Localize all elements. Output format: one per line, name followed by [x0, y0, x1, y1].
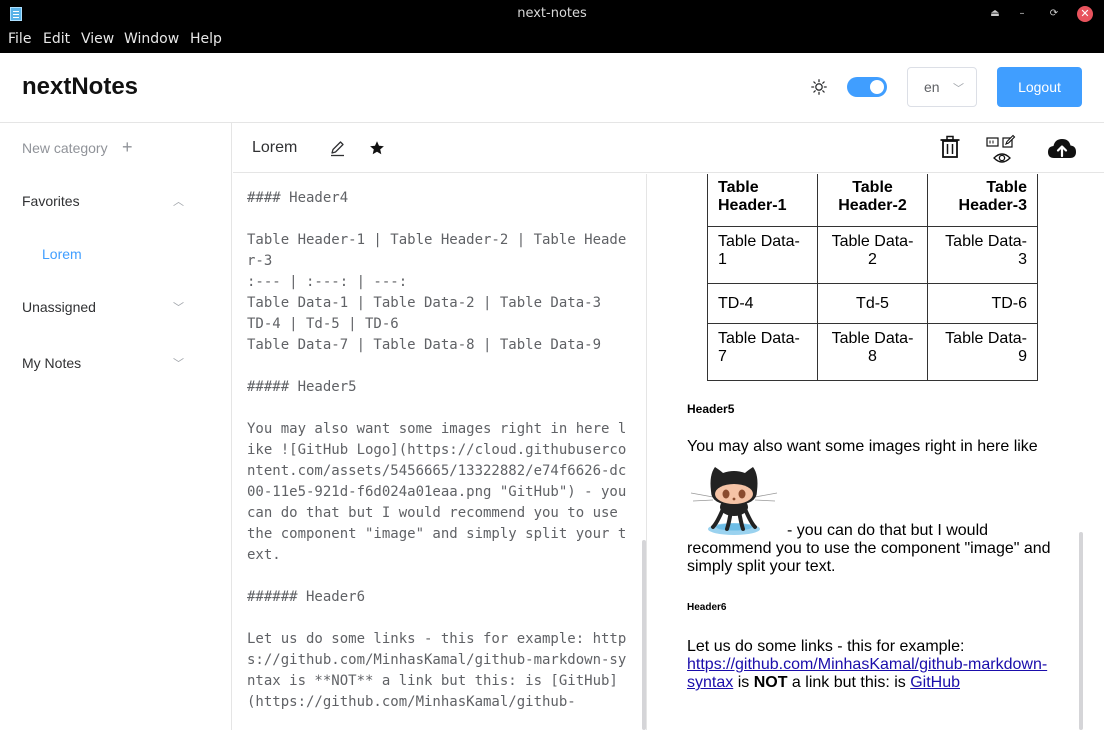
table-cell: Td-5 [817, 283, 928, 324]
preview-scrollbar[interactable] [1079, 532, 1083, 730]
toggle-preview-icon[interactable] [985, 134, 1019, 166]
plus-icon: + [122, 137, 133, 157]
sidebar-note-lorem[interactable]: Lorem [42, 246, 82, 262]
links-text-start: Let us do some links - this for example: [687, 638, 965, 655]
table-cell: TD-6 [927, 283, 1038, 324]
theme-toggle[interactable] [847, 77, 887, 97]
sidebar: New category + Favorites ︿ Lorem Unassig… [0, 123, 232, 730]
language-select[interactable]: en ﹀ [907, 67, 977, 107]
restore-window-button[interactable]: ⟳ [1046, 6, 1062, 22]
language-value: en [924, 79, 940, 95]
github-link[interactable]: GitHub [910, 674, 960, 691]
links-text-mid2: a link but this: is [787, 674, 911, 691]
table-header-cell: Table Header-3 [927, 174, 1038, 227]
sun-icon [811, 79, 827, 95]
table-cell: Table Data-9 [927, 323, 1038, 381]
chevron-down-icon: ﹀ [173, 358, 184, 370]
table-cell: TD-4 [707, 283, 818, 324]
table-cell: Table Data-7 [707, 323, 818, 381]
menu-edit[interactable]: Edit [43, 31, 70, 47]
table-row: Table Data-7 Table Data-8 Table Data-9 [707, 323, 1038, 381]
chevron-down-icon: ﹀ [953, 82, 964, 95]
bold-not-text: NOT [753, 674, 788, 691]
eject-window-button[interactable]: ⏏ [987, 6, 1003, 22]
preview-paragraph-images: You may also want some images right in h… [687, 438, 1038, 455]
window-titlebar: next-notes ⏏ – ⟳ ✕ [0, 0, 1104, 29]
preview-paragraph-images-cont: - you can do that but I would recommend … [687, 522, 1051, 575]
table-cell: Table Data-3 [927, 226, 1038, 284]
preview-header5: Header5 [687, 402, 735, 416]
table-cell: Table Data-8 [817, 323, 928, 381]
star-icon[interactable] [369, 140, 385, 156]
edit-title-icon[interactable] [329, 139, 347, 157]
new-category-label: New category [22, 140, 108, 156]
markdown-preview: Table Header-1 Table Header-2 Table Head… [648, 174, 1104, 730]
app-header: nextNotes en ﹀ Logout [0, 53, 1104, 123]
note-toolbar: Lorem [233, 123, 1104, 173]
menu-window[interactable]: Window [124, 31, 179, 47]
chevron-down-icon: ﹀ [173, 302, 184, 314]
table-header-cell: Table Header-2 [817, 174, 928, 227]
minimize-window-button[interactable]: – [1014, 6, 1030, 22]
table-header-row: Table Header-1 Table Header-2 Table Head… [707, 174, 1038, 227]
sidebar-item-label: My Notes [22, 355, 82, 371]
table-cell: Table Data-2 [817, 226, 928, 284]
editor-text[interactable]: #### Header4 Table Header-1 | Table Head… [247, 188, 631, 713]
preview-table: Table Header-1 Table Header-2 Table Head… [707, 174, 1038, 381]
menu-view[interactable]: View [81, 31, 114, 47]
sidebar-item-label: Unassigned [22, 299, 96, 315]
table-header-cell: Table Header-1 [707, 174, 818, 227]
editor-scrollbar[interactable] [642, 540, 646, 730]
table-row: Table Data-1 Table Data-2 Table Data-3 [707, 226, 1038, 284]
brand-title: nextNotes [22, 73, 139, 100]
close-window-button[interactable]: ✕ [1077, 6, 1093, 22]
chevron-up-icon: ︿ [173, 196, 184, 208]
menubar: File Edit View Window Help [0, 29, 1104, 53]
toggle-knob [870, 80, 884, 94]
menu-help[interactable]: Help [190, 31, 222, 47]
preview-header6: Header6 [687, 602, 727, 613]
links-text-mid: is [733, 674, 754, 691]
sidebar-item-label: Favorites [22, 193, 80, 209]
table-cell: Table Data-1 [707, 226, 818, 284]
menu-file[interactable]: File [8, 31, 31, 47]
markdown-editor[interactable]: #### Header4 Table Header-1 | Table Head… [233, 174, 647, 730]
logout-button[interactable]: Logout [997, 67, 1082, 107]
note-title[interactable]: Lorem [252, 139, 297, 157]
table-row: TD-4 Td-5 TD-6 [707, 283, 1038, 324]
preview-paragraph-links: Let us do some links - this for example:… [687, 638, 1059, 692]
cloud-upload-icon[interactable] [1047, 136, 1077, 160]
window-title: next-notes [517, 6, 587, 21]
trash-icon[interactable] [939, 135, 961, 159]
